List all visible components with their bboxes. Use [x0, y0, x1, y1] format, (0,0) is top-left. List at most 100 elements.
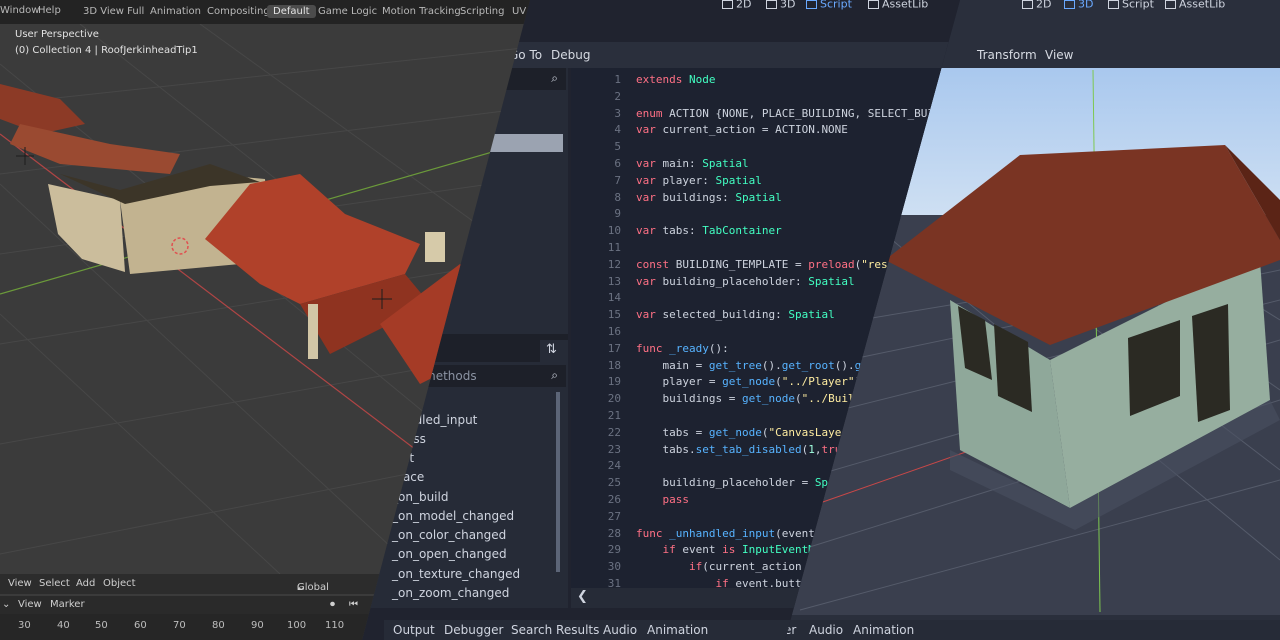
- code-line[interactable]: extends Node: [636, 73, 715, 86]
- method-item[interactable]: _on_color_changed: [392, 528, 506, 542]
- line-number: 4: [614, 123, 621, 137]
- frame-tick: 50: [95, 620, 108, 631]
- line-number: 17: [607, 341, 621, 355]
- code-line[interactable]: building_placeholder = Spa: [636, 476, 834, 489]
- line-number: 2: [614, 89, 621, 103]
- add-menu[interactable]: Add: [76, 578, 95, 589]
- code-line[interactable]: func _unhandled_input(event): [636, 527, 821, 540]
- line-number: 25: [607, 476, 621, 490]
- viewport-menubar: ⛓ Or ● Transform View: [900, 42, 1280, 68]
- line-number: 21: [607, 409, 621, 422]
- line-number: 16: [607, 325, 621, 338]
- line-number: 15: [607, 308, 621, 322]
- chevron-left-icon[interactable]: ❮: [577, 589, 588, 604]
- top-assetlib-button-left[interactable]: AssetLib: [868, 0, 928, 10]
- code-line[interactable]: var current_action = ACTION.NONE: [636, 123, 848, 136]
- line-number: 13: [607, 274, 621, 288]
- tab-search-results[interactable]: Search Results: [511, 623, 599, 637]
- tab-audio[interactable]: Audio: [603, 623, 637, 637]
- menu-window[interactable]: Window: [0, 5, 39, 16]
- top-script-button-left[interactable]: Script: [806, 0, 852, 10]
- methods-scrollbar[interactable]: [556, 392, 560, 572]
- line-number: 9: [614, 207, 621, 221]
- line-number: 18: [607, 358, 621, 372]
- line-number: 22: [607, 425, 621, 439]
- frame-tick: 100: [287, 620, 307, 631]
- code-line[interactable]: var main: Spatial: [636, 157, 749, 170]
- code-line[interactable]: pass: [636, 493, 690, 506]
- timeline-view-menu[interactable]: View: [18, 599, 42, 610]
- line-number: 19: [607, 375, 621, 389]
- chevron-down-icon: ⌄: [297, 582, 306, 593]
- code-line[interactable]: player = get_node("../Player"): [636, 375, 861, 388]
- top-3d-button[interactable]: 3D: [1064, 0, 1093, 10]
- line-number: 24: [607, 459, 621, 473]
- code-line[interactable]: var selected_building: Spatial: [636, 308, 835, 321]
- method-item[interactable]: _on_texture_changed: [392, 567, 520, 581]
- code-line[interactable]: var tabs: TabContainer: [636, 224, 782, 237]
- top-2d-button-left[interactable]: 2D: [722, 0, 751, 10]
- method-item[interactable]: _on_model_changed: [392, 509, 514, 523]
- line-number: 14: [607, 291, 621, 305]
- line-number: 5: [614, 140, 621, 154]
- line-number: 20: [607, 392, 621, 406]
- menu-help[interactable]: Help: [38, 5, 61, 16]
- record-icon[interactable]: ⏺: [330, 599, 335, 610]
- code-line[interactable]: tabs = get_node("CanvasLayer: [636, 426, 847, 439]
- code-line[interactable]: tabs.set_tab_disabled(1,tru: [636, 443, 841, 456]
- 3d-icon: [766, 0, 777, 9]
- top-3d-button-left[interactable]: 3D: [766, 0, 795, 10]
- tab-audio[interactable]: Audio: [809, 623, 843, 637]
- tab-animation[interactable]: Animation: [144, 5, 207, 18]
- view-menu[interactable]: View: [8, 578, 32, 589]
- code-line[interactable]: const BUILDING_TEMPLATE = preload("res:: [636, 258, 894, 271]
- viewport-perspective-label: User Perspective: [15, 29, 99, 40]
- line-number: 26: [607, 493, 621, 506]
- tab-compositing[interactable]: Compositing: [201, 5, 276, 18]
- assetlib-icon: [868, 0, 879, 9]
- method-item[interactable]: _on_open_changed: [392, 547, 507, 561]
- 2d-icon: [722, 0, 733, 9]
- frame-tick: 80: [212, 620, 225, 631]
- jump-start-icon[interactable]: ⏮: [349, 599, 358, 610]
- tab-output[interactable]: Output: [393, 623, 435, 637]
- view-menu[interactable]: View: [1045, 48, 1073, 62]
- code-line[interactable]: var buildings: Spatial: [636, 191, 782, 204]
- sort-icon[interactable]: ⇅: [546, 342, 557, 357]
- code-line[interactable]: var building_placeholder: Spatial: [636, 275, 855, 288]
- debug-menu[interactable]: Debug: [551, 48, 590, 62]
- code-line[interactable]: var player: Spatial: [636, 174, 762, 187]
- tab-default[interactable]: Default: [267, 5, 316, 18]
- timeline-marker-menu[interactable]: Marker: [50, 599, 85, 610]
- line-number: 29: [607, 543, 621, 557]
- tab-3d-view-full[interactable]: 3D View Full: [77, 5, 150, 18]
- line-number: 8: [614, 190, 621, 204]
- script-icon: [806, 0, 817, 9]
- 3d-icon: [1064, 0, 1075, 9]
- assetlib-icon: [1165, 0, 1176, 9]
- top-script-button[interactable]: Script: [1108, 0, 1154, 10]
- top-2d-button[interactable]: 2D: [1022, 0, 1051, 10]
- method-item[interactable]: _on_zoom_changed: [392, 586, 509, 600]
- top-assetlib-button[interactable]: AssetLib: [1165, 0, 1225, 10]
- tab-animation[interactable]: Animation: [853, 623, 914, 637]
- search-icon: ⌕: [551, 71, 558, 85]
- tab-debugger[interactable]: Debugger: [444, 623, 503, 637]
- frame-tick: 60: [134, 620, 147, 631]
- code-line[interactable]: func _ready():: [636, 342, 729, 355]
- code-line[interactable]: enum ACTION {NONE, PLACE_BUILDING, SELEC…: [636, 107, 934, 120]
- object-menu[interactable]: Object: [103, 578, 136, 589]
- line-number: 11: [607, 241, 621, 254]
- tab-game-logic[interactable]: Game Logic: [312, 5, 383, 18]
- select-menu[interactable]: Select: [39, 578, 70, 589]
- code-line[interactable]: if event is InputEventM: [636, 543, 815, 556]
- line-number: 23: [607, 442, 621, 456]
- line-number: 12: [607, 257, 621, 271]
- tab-scripting[interactable]: Scripting: [454, 5, 510, 18]
- tab-animation[interactable]: Animation: [647, 623, 708, 637]
- transform-menu[interactable]: Transform: [977, 48, 1037, 62]
- code-line[interactable]: if(current_action: [636, 560, 808, 573]
- code-line[interactable]: buildings = get_node("../Buil: [636, 392, 854, 405]
- chevron-down-icon[interactable]: ⌄: [2, 599, 10, 610]
- code-line[interactable]: main = get_tree().get_root().ge: [636, 359, 867, 372]
